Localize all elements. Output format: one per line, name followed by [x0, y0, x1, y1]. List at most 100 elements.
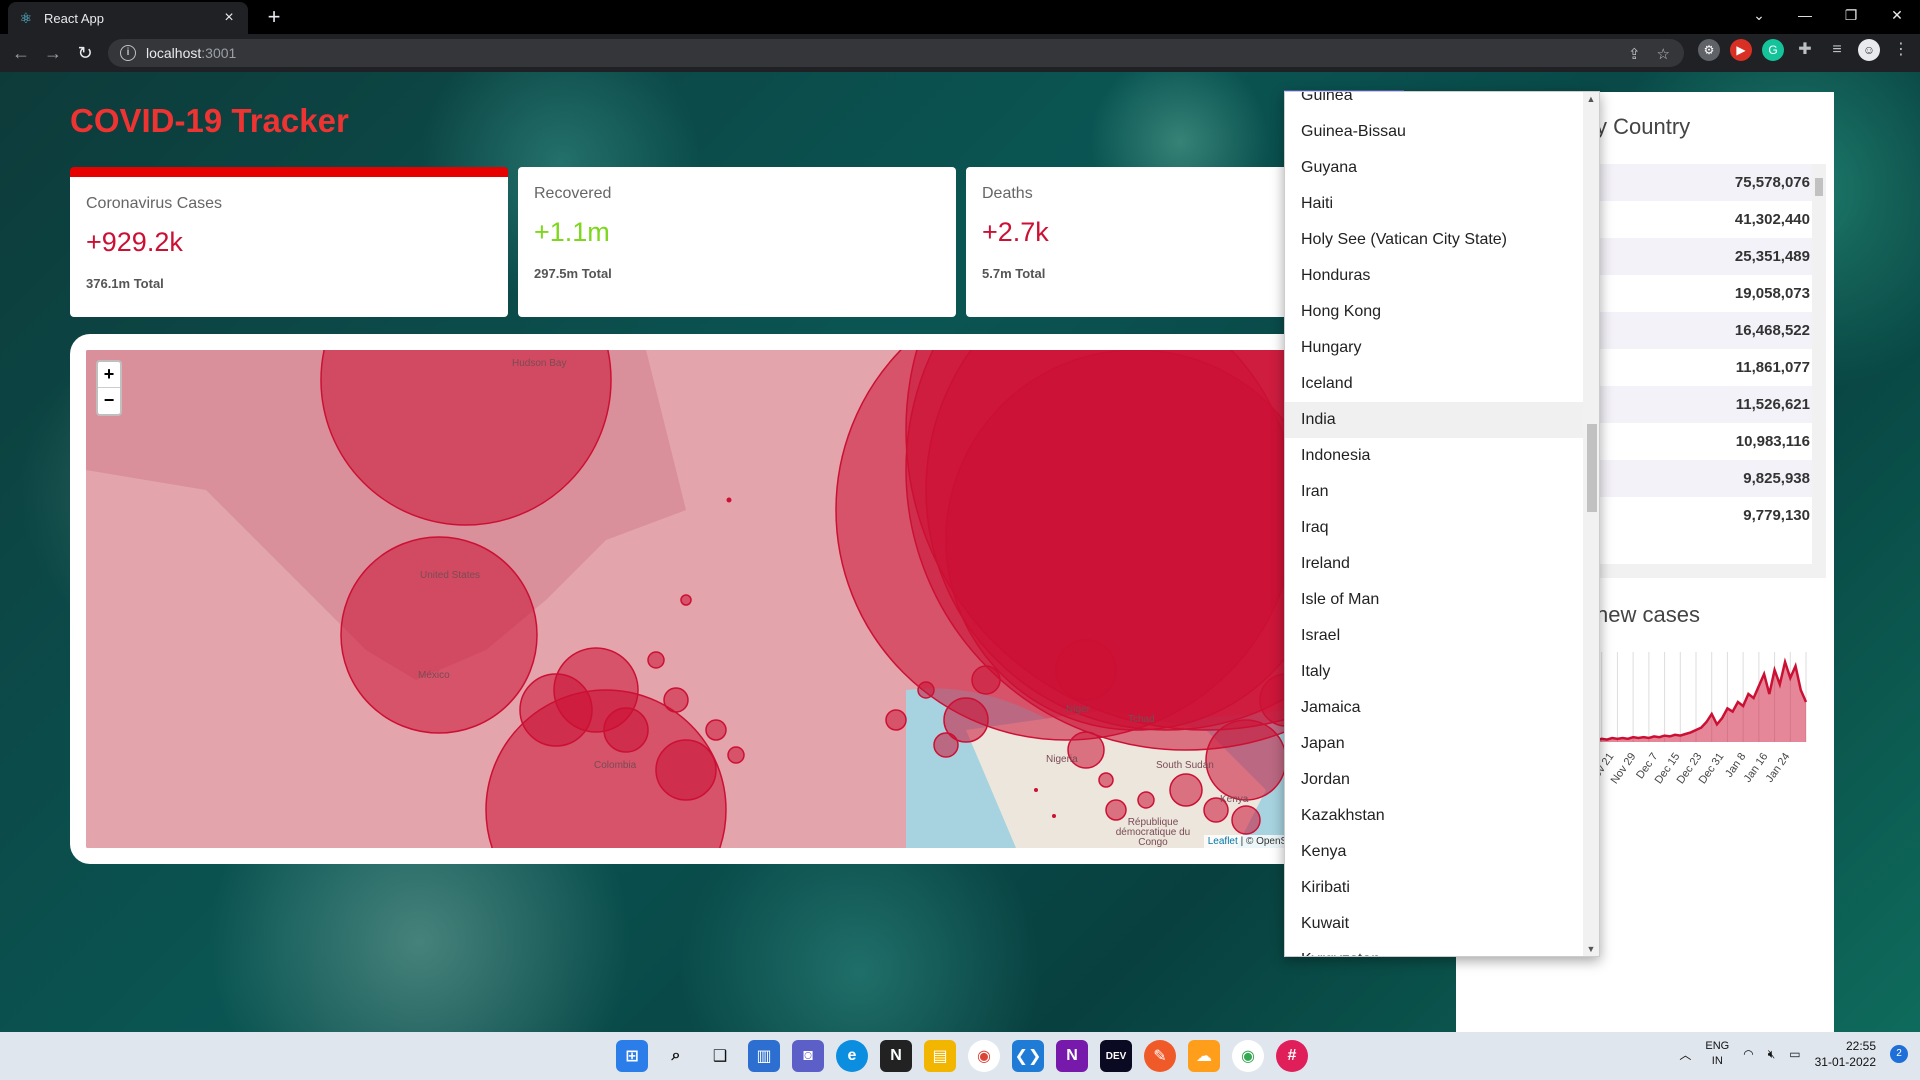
search-icon[interactable]: ⌕: [660, 1040, 692, 1072]
scrollbar-thumb[interactable]: [1815, 178, 1823, 196]
weather-icon[interactable]: ☁: [1188, 1040, 1220, 1072]
react-favicon-icon: ⚛: [19, 9, 33, 26]
extensions-puzzle-icon[interactable]: ✚: [1794, 39, 1816, 61]
dropdown-option[interactable]: Honduras: [1285, 258, 1585, 294]
dropdown-option[interactable]: Hong Kong: [1285, 294, 1585, 330]
stat-card-deaths[interactable]: Deaths +2.7k 5.7m Total: [966, 167, 1296, 317]
stat-card-cases[interactable]: Coronavirus Cases +929.2k 376.1m Total: [70, 167, 508, 317]
stat-label: Coronavirus Cases: [86, 195, 223, 212]
clock[interactable]: 22:55 31-01-2022: [1815, 1038, 1876, 1070]
map-label: Hudson Bay: [512, 358, 567, 369]
dropdown-option[interactable]: Guyana: [1285, 150, 1585, 186]
dropdown-option[interactable]: Guinea: [1285, 92, 1585, 114]
battery-icon[interactable]: ▭: [1789, 1047, 1800, 1061]
new-tab-button[interactable]: +: [260, 4, 288, 32]
dropdown-option[interactable]: Guinea-Bissau: [1285, 114, 1585, 150]
dev-icon[interactable]: DEV: [1100, 1040, 1132, 1072]
country-cases: 25,351,489: [1734, 248, 1810, 265]
dropdown-scroll-thumb[interactable]: [1587, 424, 1597, 512]
leaflet-link[interactable]: Leaflet: [1208, 836, 1238, 847]
close-tab-icon[interactable]: ×: [220, 9, 238, 27]
dropdown-option[interactable]: Holy See (Vatican City State): [1285, 222, 1585, 258]
kebab-menu-icon[interactable]: ⋮: [1890, 39, 1912, 61]
volume-muted-icon[interactable]: 🔇︎: [1768, 1047, 1776, 1062]
language-indicator[interactable]: ENG IN: [1705, 1039, 1729, 1069]
extension-video-icon[interactable]: ▶: [1730, 39, 1752, 61]
windows-start-icon[interactable]: ⊞: [616, 1040, 648, 1072]
widgets-icon[interactable]: ▥: [748, 1040, 780, 1072]
dropdown-option[interactable]: Kazakhstan: [1285, 798, 1585, 834]
dropdown-option[interactable]: Jordan: [1285, 762, 1585, 798]
dropdown-option[interactable]: Ireland: [1285, 546, 1585, 582]
back-arrow-icon[interactable]: ←: [8, 40, 34, 66]
table-vertical-scrollbar[interactable]: [1812, 164, 1826, 564]
stat-card-recovered[interactable]: Recovered +1.1m 297.5m Total: [518, 167, 956, 317]
stat-label: Recovered: [534, 185, 612, 202]
notification-badge[interactable]: 2: [1890, 1045, 1908, 1063]
zoom-in-button[interactable]: +: [98, 362, 120, 388]
country-cases: 41,302,440: [1734, 211, 1810, 228]
postman-icon[interactable]: ✎: [1144, 1040, 1176, 1072]
dropdown-option[interactable]: Haiti: [1285, 186, 1585, 222]
file-explorer-icon[interactable]: ▤: [924, 1040, 956, 1072]
chevron-up-icon[interactable]: ︿: [1679, 1046, 1691, 1063]
dropdown-option[interactable]: Japan: [1285, 726, 1585, 762]
map-label: Kenya: [1220, 794, 1249, 805]
forward-arrow-icon[interactable]: →: [40, 40, 66, 66]
app-title: COVID-19 Tracker: [70, 102, 349, 139]
x-tick-label: Jan 24: [1764, 751, 1793, 785]
dropdown-option[interactable]: Iran: [1285, 474, 1585, 510]
country-cases: 9,779,130: [1743, 507, 1810, 524]
dropdown-option[interactable]: Italy: [1285, 654, 1585, 690]
vscode-icon[interactable]: ❮❯: [1012, 1040, 1044, 1072]
dropdown-option[interactable]: Indonesia: [1285, 438, 1585, 474]
restore-button[interactable]: ❐: [1828, 0, 1874, 30]
country-cases: 10,983,116: [1735, 433, 1810, 450]
share-icon[interactable]: ⇪: [1628, 45, 1641, 63]
dropdown-option[interactable]: Kuwait: [1285, 906, 1585, 942]
reload-icon[interactable]: ↻: [72, 40, 98, 66]
reading-list-icon[interactable]: ≡: [1826, 39, 1848, 61]
bookmark-star-icon[interactable]: ☆: [1657, 45, 1670, 63]
dropdown-scrollbar[interactable]: ▲ ▼: [1583, 92, 1599, 956]
scroll-down-icon[interactable]: ▼: [1583, 944, 1599, 954]
chrome-icon[interactable]: ◉: [968, 1040, 1000, 1072]
scroll-up-icon[interactable]: ▲: [1583, 94, 1599, 104]
close-window-button[interactable]: ✕: [1874, 0, 1920, 30]
site-info-icon[interactable]: i: [120, 45, 136, 61]
edge-browser-icon[interactable]: e: [836, 1040, 868, 1072]
dropdown-option[interactable]: Isle of Man: [1285, 582, 1585, 618]
extension-gear-icon[interactable]: ⚙: [1698, 39, 1720, 61]
onenote-icon[interactable]: N: [1056, 1040, 1088, 1072]
browser-tab[interactable]: ⚛ React App ×: [8, 2, 248, 34]
task-view-icon[interactable]: ❑: [704, 1040, 736, 1072]
map-card: Hudson Bay United States México Niger Tc…: [70, 334, 1310, 864]
chrome-profile-icon[interactable]: ◉: [1232, 1040, 1264, 1072]
country-dropdown-list[interactable]: Guinea Guinea-Bissau Guyana Haiti Holy See (…: [1284, 91, 1600, 957]
lang-top: ENG: [1705, 1040, 1730, 1052]
dropdown-option[interactable]: Iraq: [1285, 510, 1585, 546]
grammarly-icon[interactable]: G: [1762, 39, 1784, 61]
dropdown-option[interactable]: Jamaica: [1285, 690, 1585, 726]
wifi-icon[interactable]: ◠: [1743, 1047, 1753, 1061]
dropdown-option[interactable]: Iceland: [1285, 366, 1585, 402]
dropdown-option[interactable]: Kenya: [1285, 834, 1585, 870]
stat-total: 5.7m Total: [982, 266, 1046, 281]
map-attribution: Leaflet | © OpenSt: [1203, 835, 1294, 848]
leaflet-map[interactable]: Hudson Bay United States México Niger Tc…: [86, 350, 1294, 848]
dropdown-option[interactable]: Kiribati: [1285, 870, 1585, 906]
dropdown-option[interactable]: Hungary: [1285, 330, 1585, 366]
dropdown-option[interactable]: Kyrgyzstan: [1285, 942, 1585, 956]
minimize-button[interactable]: —: [1782, 0, 1828, 30]
dropdown-option[interactable]: India: [1285, 402, 1585, 438]
notion-icon[interactable]: N: [880, 1040, 912, 1072]
slack-icon[interactable]: #: [1276, 1040, 1308, 1072]
teams-chat-icon[interactable]: ◙: [792, 1040, 824, 1072]
zoom-out-button[interactable]: −: [98, 388, 120, 414]
dropdown-option[interactable]: Israel: [1285, 618, 1585, 654]
address-bar[interactable]: i localhost:3001 ⇪ ☆: [108, 39, 1684, 67]
profile-avatar[interactable]: ☺: [1858, 39, 1880, 61]
country-cases: 19,058,073: [1734, 285, 1810, 302]
map-label: Colombia: [594, 760, 637, 771]
tab-search-icon[interactable]: ⌄: [1736, 0, 1782, 30]
